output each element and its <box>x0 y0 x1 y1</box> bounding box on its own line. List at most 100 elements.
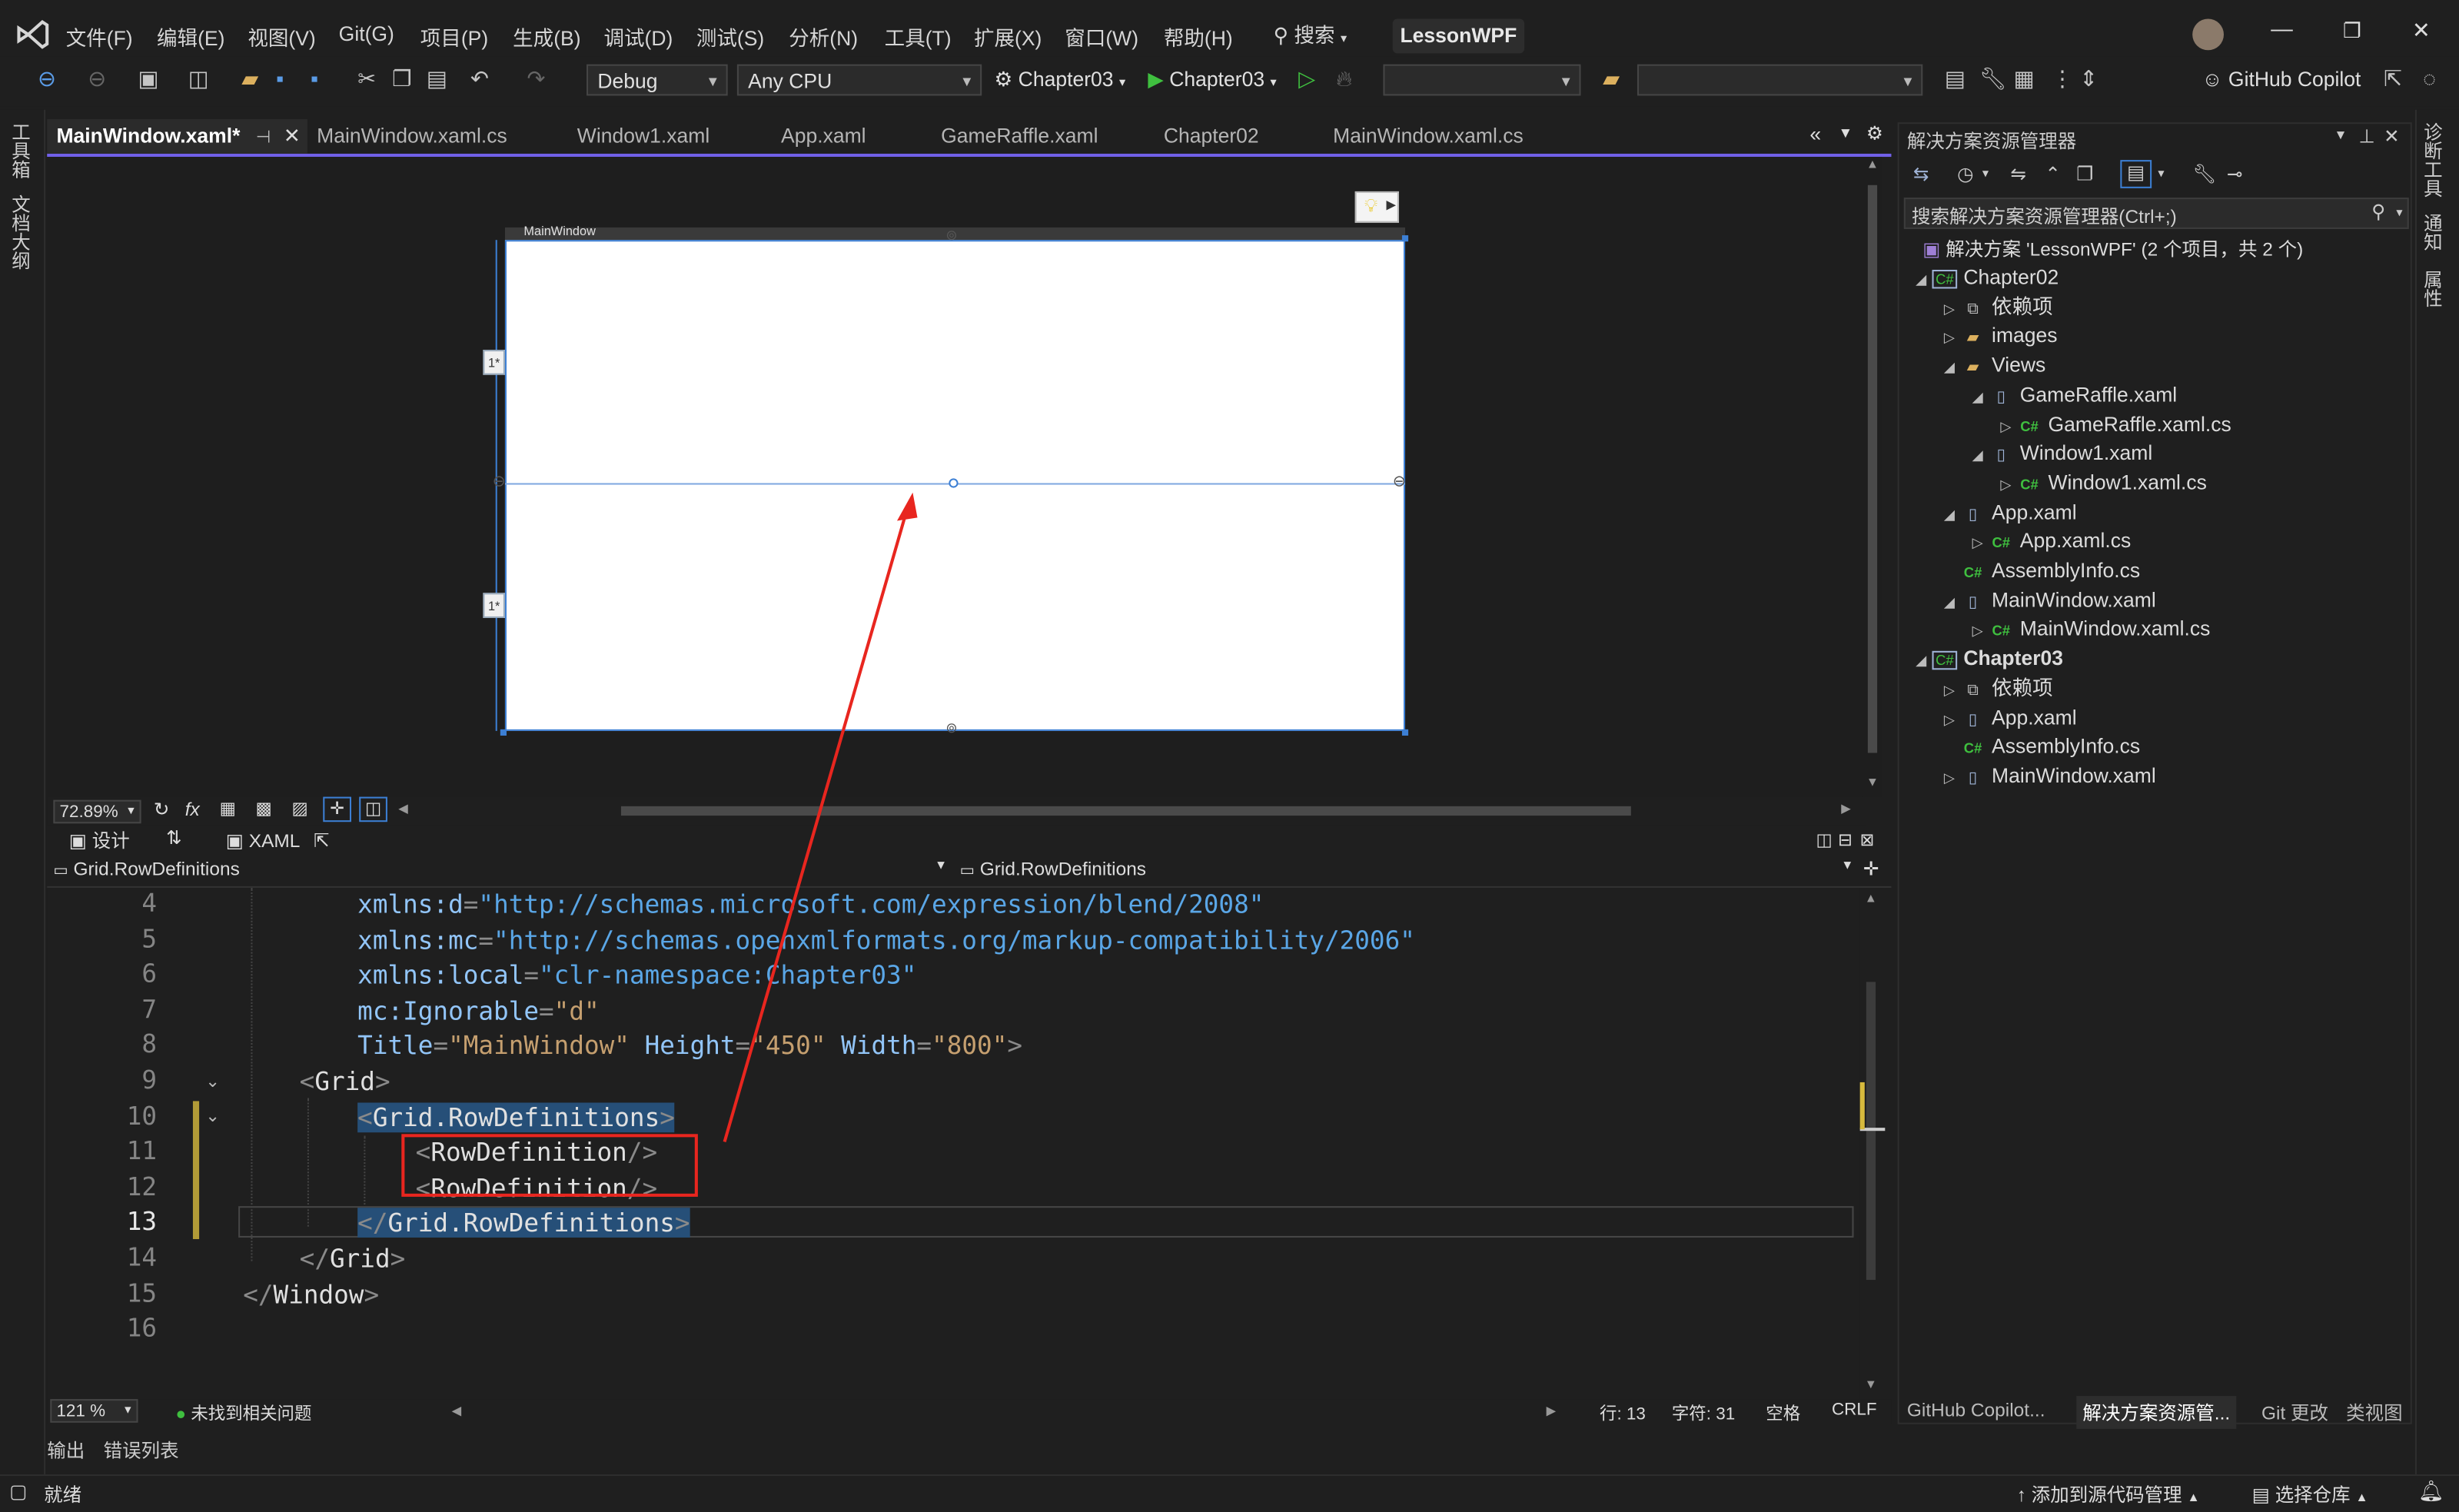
chevron-down-icon[interactable]: ▾ <box>2158 166 2164 180</box>
tree-item-label: Chapter02 <box>1963 264 2059 289</box>
collapsed-chevron-icon[interactable]: ▷ <box>1966 617 1989 646</box>
tree-item[interactable]: C# AssemblyInfo.cs <box>1910 557 2140 585</box>
tree-item[interactable]: ▷ ▯ App.xaml <box>1910 703 2077 732</box>
tree-item[interactable]: ▷ C# GameRaffle.xaml.cs <box>1910 410 2231 439</box>
folder-icon: ▰ <box>1966 330 1979 347</box>
cs-file-icon: C# <box>1992 623 2011 640</box>
expanded-chevron-icon[interactable]: ◢ <box>1910 646 1932 675</box>
tab-solution-explorer[interactable]: 解决方案资源管... <box>2076 1396 2237 1429</box>
expanded-chevron-icon[interactable]: ◢ <box>1939 500 1961 528</box>
tree-item-label: MainWindow.xaml.cs <box>2019 616 2211 641</box>
chevron-up-icon: ▲ <box>2355 1490 2368 1504</box>
issues-label: 未找到相关问题 <box>191 1405 312 1424</box>
chevron-up-icon: ▲ <box>2187 1490 2200 1504</box>
tab-output[interactable]: 输出 <box>47 1437 85 1464</box>
chevron-down-icon: ▾ <box>2396 205 2403 220</box>
notification-bell-icon[interactable]: 🔔︎ <box>2418 1479 2444 1504</box>
tree-item[interactable]: ◢ ▯ MainWindow.xaml <box>1910 587 2156 615</box>
history-icon[interactable]: ◷ <box>1957 163 1973 185</box>
se-toolbar: ⇆ ◷ ▾ ⇋ ⌃ ❐ ▤ ▾ 🔧︎ ⊸ <box>1904 157 2406 191</box>
tree-item[interactable]: ◢ ▯ GameRaffle.xaml <box>1910 380 2178 410</box>
properties-wrench-icon[interactable]: 🔧︎ <box>2192 163 2216 185</box>
tree-item[interactable]: ▷ C# Window1.xaml.cs <box>1910 469 2207 497</box>
tab-class-view[interactable]: 类视图 <box>2346 1399 2402 1426</box>
issues-indicator[interactable]: ● 未找到相关问题 <box>176 1401 312 1426</box>
scroll-up-icon[interactable]: ▲ <box>1865 891 1877 905</box>
collapsed-chevron-icon[interactable]: ▷ <box>1939 676 1961 704</box>
tree-item[interactable]: ▷ ⧉ 依赖项 <box>1910 293 2053 321</box>
tree-item-label: Window1.xaml <box>2019 440 2153 465</box>
collapsed-chevron-icon[interactable]: ▷ <box>1995 412 2017 440</box>
collapsed-chevron-icon[interactable]: ▷ <box>1995 470 2017 499</box>
sync-icon[interactable]: ⇆ <box>1913 163 1929 185</box>
scroll-down-icon[interactable]: ▼ <box>1865 1377 1877 1391</box>
show-all-files-icon[interactable]: ▤ <box>2120 160 2152 188</box>
editor-zoom-value: 121 % <box>56 1402 106 1421</box>
solution-node[interactable]: ▣ 解决方案 'LessonWPF' (2 个项目，共 2 个) <box>1907 235 2303 264</box>
tree-item[interactable]: ▷ C# MainWindow.xaml.cs <box>1910 616 2211 646</box>
line-indicator[interactable]: 行: 13 <box>1600 1401 1646 1426</box>
tree-item[interactable]: ▷ ⧉ 依赖项 <box>1910 674 2053 703</box>
xaml-file-icon: ▯ <box>1968 711 1978 729</box>
tab-error-list[interactable]: 错误列表 <box>104 1437 179 1464</box>
search-icon: ⚲ <box>2371 201 2386 223</box>
scroll-change-marker <box>1859 1082 1865 1130</box>
tree-item[interactable]: ▷ C# App.xaml.cs <box>1910 527 2132 557</box>
collapse-all-icon[interactable]: ⌃ <box>2045 163 2061 185</box>
expanded-chevron-icon[interactable]: ◢ <box>1966 441 1989 470</box>
csproj-icon: C# <box>1932 267 1958 295</box>
cs-file-icon: C# <box>1992 535 2011 551</box>
tree-item-label: GameRaffle.xaml <box>2019 382 2178 407</box>
collapsed-chevron-icon[interactable]: ▷ <box>1939 324 1961 352</box>
cs-file-icon: C# <box>2020 417 2039 434</box>
expanded-chevron-icon[interactable]: ◢ <box>1939 588 1961 616</box>
expanded-chevron-icon[interactable]: ◢ <box>1910 265 1932 294</box>
expanded-chevron-icon[interactable]: ◢ <box>1966 382 1989 410</box>
collapsed-chevron-icon[interactable]: ▷ <box>1939 705 1961 733</box>
hscroll-left-icon[interactable]: ◀ <box>452 1404 462 1417</box>
tab-github-copilot[interactable]: GitHub Copilot... <box>1907 1399 2045 1421</box>
tree-item-label: AssemblyInfo.cs <box>1992 734 2141 758</box>
char-indicator[interactable]: 字符: 31 <box>1672 1401 1735 1426</box>
tree-item-label: Chapter03 <box>1963 646 2064 670</box>
hscroll-right-icon[interactable]: ▶ <box>1547 1404 1557 1417</box>
xaml-file-icon: ▯ <box>1968 506 1978 523</box>
tab-git-changes[interactable]: Git 更改 <box>2261 1399 2328 1426</box>
tree-item[interactable]: ◢ ▯ App.xaml <box>1910 498 2077 527</box>
se-search-placeholder: 搜索解决方案资源管理器(Ctrl+;) <box>1912 205 2177 228</box>
editor-zoom-select[interactable]: 121 % ▼ <box>50 1399 138 1423</box>
xaml-file-icon: ▯ <box>1968 769 1978 788</box>
solution-label: 解决方案 'LessonWPF' (2 个项目，共 2 个) <box>1946 238 2304 261</box>
collapsed-chevron-icon[interactable]: ▷ <box>1939 764 1961 793</box>
folder-icon: ▰ <box>1966 359 1979 377</box>
collapsed-chevron-icon[interactable]: ▷ <box>1966 529 1989 557</box>
tree-item[interactable]: ◢ ▯ Window1.xaml <box>1910 440 2153 470</box>
spaces-indicator[interactable]: 空格 <box>1766 1401 1800 1426</box>
tree-item-label: AssemblyInfo.cs <box>1992 558 2141 583</box>
tree-item[interactable]: ▷ ▰ images <box>1910 322 2058 351</box>
collapsed-chevron-icon[interactable]: ▷ <box>1939 294 1961 323</box>
se-search-input[interactable]: 搜索解决方案资源管理器(Ctrl+;) ⚲ ▾ <box>1903 198 2409 229</box>
chevron-down-icon[interactable]: ▾ <box>1982 166 1989 180</box>
preview-icon[interactable]: ⊸ <box>2227 163 2243 185</box>
eol-indicator[interactable]: CRLF <box>1832 1401 1877 1419</box>
tree-item[interactable]: C# AssemblyInfo.cs <box>1910 733 2140 761</box>
code-vscroll[interactable]: ▲ ▼ <box>1859 888 1886 1399</box>
repo-icon: ▤ <box>2251 1484 2270 1506</box>
xaml-file-icon: ▯ <box>1996 447 2005 465</box>
expanded-chevron-icon[interactable]: ◢ <box>1939 353 1961 381</box>
tree-item[interactable]: ◢ C# Chapter02 <box>1910 264 2059 292</box>
tree-item[interactable]: ◢ ▰ Views <box>1910 351 2045 380</box>
pin-icon[interactable]: ⊥ <box>2358 125 2374 148</box>
add-to-source-control[interactable]: ↑ 添加到源代码管理 ▲ <box>2017 1480 2200 1507</box>
csproj-icon: C# <box>1932 648 1958 676</box>
copy-icon[interactable]: ❐ <box>2076 163 2093 185</box>
tree-item[interactable]: ◢ C# Chapter03 <box>1910 645 2063 673</box>
select-repository[interactable]: ▤ 选择仓库 ▲ <box>2252 1480 2368 1507</box>
close-panel-icon[interactable]: ✕ <box>2384 125 2400 148</box>
panel-menu-icon[interactable]: ▾ <box>2337 127 2344 144</box>
switch-views-icon[interactable]: ⇋ <box>2011 163 2027 185</box>
xaml-file-icon: ▯ <box>1996 388 2005 407</box>
tree-item[interactable]: ▷ ▯ MainWindow.xaml <box>1910 762 2156 790</box>
dependencies-icon: ⧉ <box>1967 301 1979 318</box>
